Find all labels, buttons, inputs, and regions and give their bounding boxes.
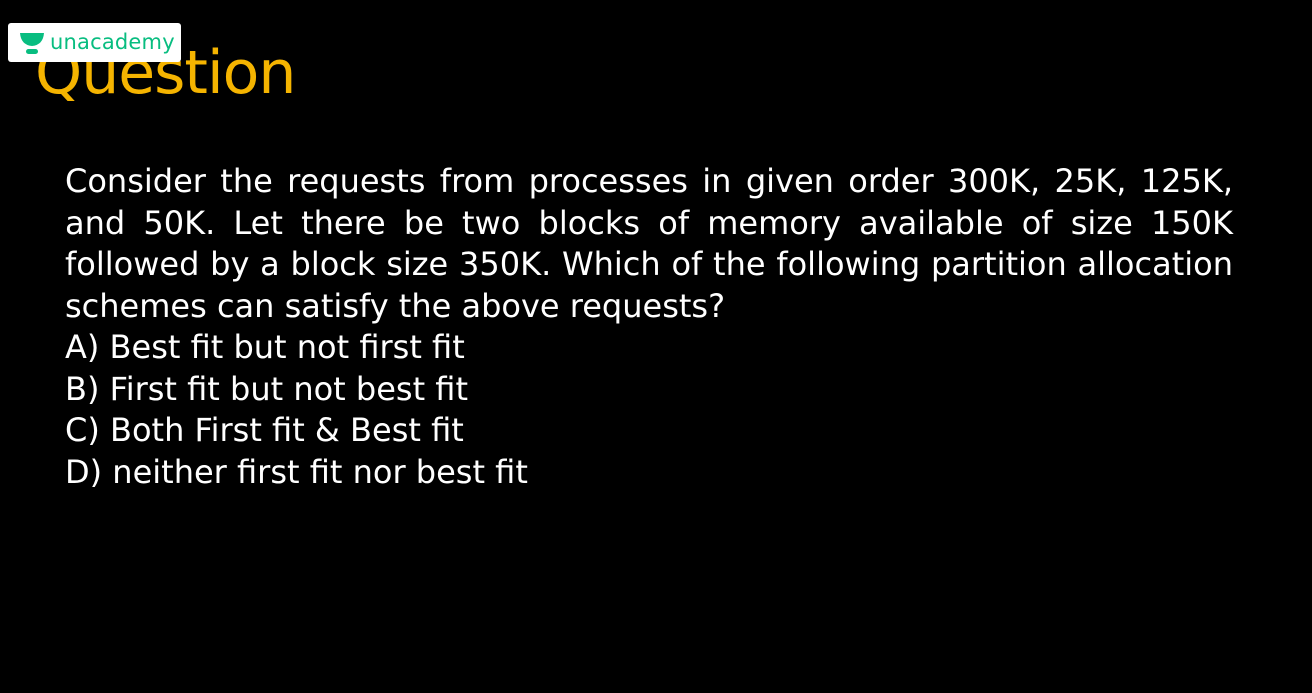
option-d: D) neither first fit nor best fit — [65, 452, 528, 491]
option-b: B) First fit but not best fit — [65, 369, 468, 408]
unacademy-logo: unacademy — [8, 23, 181, 62]
unacademy-logo-icon — [20, 32, 44, 54]
logo-text: unacademy — [50, 30, 175, 54]
question-text: Consider the requests from processes in … — [65, 162, 1233, 325]
option-a: A) Best fit but not first fit — [65, 328, 465, 366]
options-list: A) Best fit but not first fit B) First f… — [65, 327, 1233, 493]
option-c: C) Both First fit & Best fit — [65, 411, 464, 449]
question-block: Consider the requests from processes in … — [65, 161, 1233, 493]
